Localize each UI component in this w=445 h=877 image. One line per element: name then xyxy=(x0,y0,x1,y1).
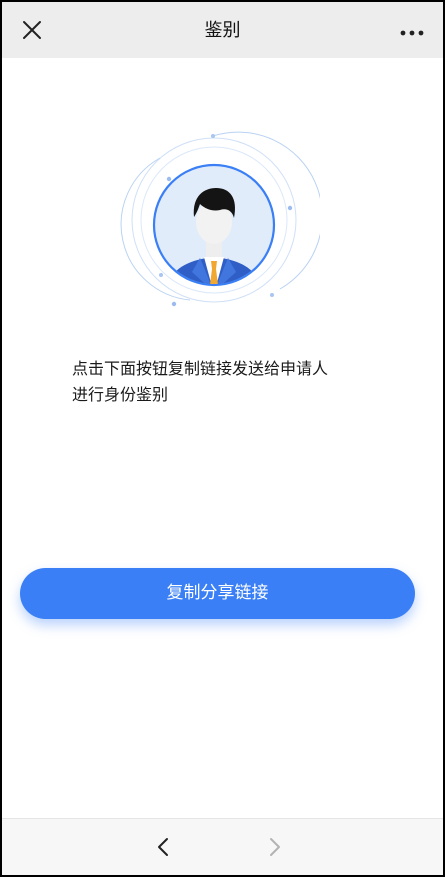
user-avatar-icon xyxy=(120,124,323,324)
chevron-right-icon xyxy=(264,835,286,859)
top-nav-bar: 鉴别 xyxy=(2,2,443,58)
close-icon[interactable] xyxy=(20,18,44,42)
copy-share-link-button[interactable]: 复制分享链接 xyxy=(20,568,415,619)
page-title: 鉴别 xyxy=(204,20,241,41)
more-icon[interactable] xyxy=(399,24,425,36)
chevron-left-icon[interactable] xyxy=(152,835,174,859)
instruction-line-1: 点击下面按钮复制链接发送给申请人 xyxy=(72,359,329,378)
instruction-text: 点击下面按钮复制链接发送给申请人 进行身份鉴别 xyxy=(72,356,392,408)
bottom-nav-bar xyxy=(2,818,443,875)
app-frame: 鉴别 点击下面按钮复制链接发送给申请人 进行身份鉴别 复制分享链接 xyxy=(0,0,445,877)
instruction-line-2: 进行身份鉴别 xyxy=(72,385,169,404)
